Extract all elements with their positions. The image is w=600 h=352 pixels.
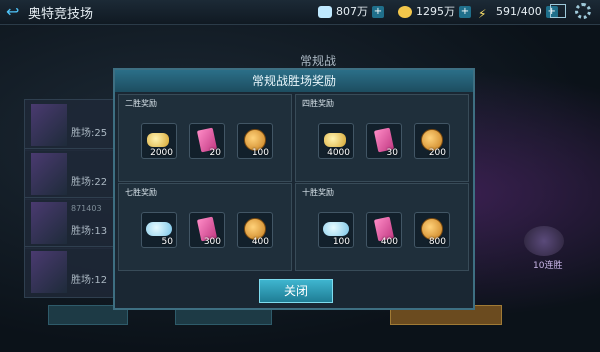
item-count: 800 <box>428 237 446 247</box>
medal-item[interactable]: 800 <box>414 212 450 248</box>
gem-item[interactable]: 100 <box>318 212 354 248</box>
stamina-counter: ⚡ 591/400 + <box>478 4 558 21</box>
reward-modal: 常规战胜场奖励 二胜奖励 2000 20 100 四胜奖励 4000 30 20… <box>113 68 475 310</box>
item-count: 4000 <box>327 148 350 158</box>
reward-panel: 十胜奖励 100 400 800 <box>295 183 469 271</box>
coin-value: 1295万 <box>416 5 455 18</box>
win-count: 胜场:12 <box>71 275 108 286</box>
win-count: 胜场:22 <box>71 177 108 188</box>
coin-counter: 1295万 + <box>398 4 471 20</box>
crystal-value: 807万 <box>336 5 368 18</box>
medal-item[interactable]: 200 <box>414 123 450 159</box>
avatar <box>31 104 67 146</box>
opponent-name: 871403 <box>71 204 102 213</box>
book-item[interactable]: 400 <box>366 212 402 248</box>
book-item[interactable]: 300 <box>189 212 225 248</box>
item-count: 100 <box>251 148 269 158</box>
item-count: 400 <box>380 237 398 247</box>
modal-title: 常规战胜场奖励 <box>115 70 473 92</box>
item-count: 300 <box>203 237 221 247</box>
gold-item[interactable]: 2000 <box>141 123 177 159</box>
crystal-icon <box>318 6 332 18</box>
avatar <box>31 153 67 195</box>
opponent-card[interactable]: 871403 胜场:13 <box>24 197 116 249</box>
medal-item[interactable]: 100 <box>237 123 273 159</box>
stamina-value: 591/400 <box>496 5 542 18</box>
streak-label: 10连胜 <box>533 261 563 271</box>
panel-label: 二胜奖励 <box>125 99 157 108</box>
coin-add-button[interactable]: + <box>459 6 471 18</box>
win-count: 胜场:25 <box>71 128 108 139</box>
gold-coins-icon <box>324 133 346 147</box>
gold-item[interactable]: 4000 <box>318 123 354 159</box>
reward-panel: 二胜奖励 2000 20 100 <box>118 94 292 182</box>
crystal-counter: 807万 + <box>318 4 384 20</box>
gem-item[interactable]: 50 <box>141 212 177 248</box>
item-count: 200 <box>428 148 446 158</box>
gear-icon[interactable] <box>575 3 591 19</box>
mail-icon[interactable] <box>550 4 566 18</box>
avatar <box>31 202 67 244</box>
back-arrow-icon[interactable]: ↩ <box>6 3 24 21</box>
item-count: 30 <box>386 148 398 158</box>
reward-panel: 七胜奖励 50 300 400 <box>118 183 292 271</box>
reward-panel: 四胜奖励 4000 30 200 <box>295 94 469 182</box>
opponent-card[interactable]: 胜场:25 <box>24 99 116 151</box>
diamond-icon <box>323 222 349 236</box>
panel-label: 七胜奖励 <box>125 188 157 197</box>
panel-label: 十胜奖励 <box>302 188 334 197</box>
coin-icon <box>398 6 412 18</box>
avatar <box>31 251 67 293</box>
page-title: 奥特竞技场 <box>28 7 94 22</box>
mode-title: 常规战 <box>300 54 337 68</box>
win-count: 胜场:13 <box>71 226 108 237</box>
close-button[interactable]: 关闭 <box>259 279 333 303</box>
lightning-icon: ⚡ <box>478 7 487 21</box>
item-count: 400 <box>251 237 269 247</box>
item-count: 100 <box>332 237 350 247</box>
opponent-card[interactable]: 胜场:22 <box>24 148 116 200</box>
opponent-card[interactable]: 胜场:12 <box>24 246 116 298</box>
diamond-icon <box>146 222 172 236</box>
crystal-add-button[interactable]: + <box>372 6 384 18</box>
item-count: 50 <box>161 237 173 247</box>
panel-label: 四胜奖励 <box>302 99 334 108</box>
gold-coins-icon <box>147 133 169 147</box>
item-count: 20 <box>209 148 221 158</box>
top-bar: ↩ 奥特竞技场 807万 + 1295万 + ⚡ 591/400 + <box>0 0 600 25</box>
medal-item[interactable]: 400 <box>237 212 273 248</box>
book-item[interactable]: 30 <box>366 123 402 159</box>
item-count: 2000 <box>150 148 173 158</box>
streak-badge-icon <box>524 226 564 256</box>
book-item[interactable]: 20 <box>189 123 225 159</box>
